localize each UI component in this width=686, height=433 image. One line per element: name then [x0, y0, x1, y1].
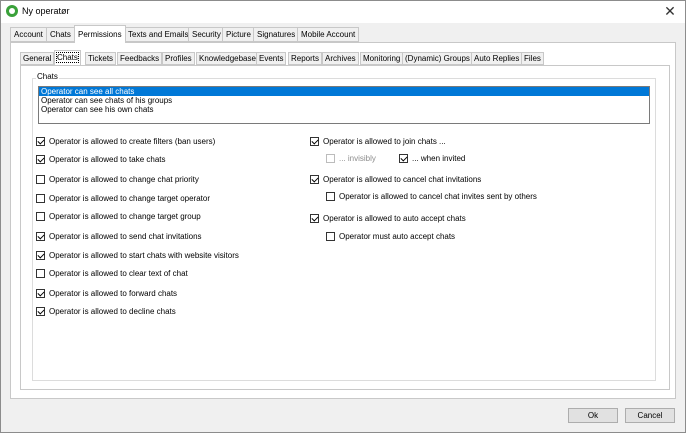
must-auto-accept-checkbox[interactable]: Operator must auto accept chats	[326, 231, 455, 242]
subtab-dynamic-groups[interactable]: (Dynamic) Groups	[402, 52, 473, 65]
cancel-invitations-checkbox[interactable]: Operator is allowed to cancel chat invit…	[310, 174, 481, 185]
list-item[interactable]: Operator can see chats of his groups	[39, 96, 649, 105]
tab-signatures[interactable]: Signatures	[253, 27, 300, 42]
list-item[interactable]: Operator can see his own chats	[39, 105, 649, 114]
chats-group-label: Chats	[36, 72, 59, 81]
tab-permissions[interactable]: Permissions	[74, 25, 126, 43]
send-invitations-checkbox[interactable]: Operator is allowed to send chat invitat…	[36, 231, 202, 242]
subtab-events[interactable]: Events	[256, 52, 287, 65]
checkbox-box	[310, 137, 319, 146]
join-invisibly-checkbox[interactable]: ... invisibly	[326, 153, 376, 164]
checkbox-box	[36, 155, 45, 164]
checkbox-box	[326, 232, 335, 241]
subtab-chats-label: Chats	[56, 52, 79, 63]
checkbox-box	[326, 154, 335, 163]
subtab-auto-replies[interactable]: Auto Replies	[471, 52, 523, 65]
tab-chats[interactable]: Chats	[46, 27, 75, 42]
subtab-tickets[interactable]: Tickets	[85, 52, 117, 65]
checkbox-box	[36, 307, 45, 316]
checkbox-box	[310, 175, 319, 184]
auto-accept-checkbox[interactable]: Operator is allowed to auto accept chats	[310, 213, 466, 224]
join-chats-checkbox[interactable]: Operator is allowed to join chats ...	[310, 136, 446, 147]
subtab-general[interactable]: General	[20, 52, 55, 65]
start-chats-checkbox[interactable]: Operator is allowed to start chats with …	[36, 250, 239, 261]
change-target-operator-checkbox[interactable]: Operator is allowed to change target ope…	[36, 193, 210, 204]
subtab-monitoring[interactable]: Monitoring	[360, 52, 404, 65]
checkbox-box	[36, 269, 45, 278]
subtab-reports[interactable]: Reports	[288, 52, 323, 65]
subtab-files[interactable]: Files	[521, 52, 544, 65]
cancel-button[interactable]: Cancel	[625, 408, 675, 423]
clear-text-checkbox[interactable]: Operator is allowed to clear text of cha…	[36, 268, 188, 279]
take-chats-checkbox[interactable]: Operator is allowed to take chats	[36, 154, 166, 165]
tab-account[interactable]: Account	[10, 27, 47, 42]
subtab-archives[interactable]: Archives	[322, 52, 359, 65]
change-target-group-checkbox[interactable]: Operator is allowed to change target gro…	[36, 211, 201, 222]
checkbox-box	[399, 154, 408, 163]
checkbox-box	[36, 232, 45, 241]
tab-security[interactable]: Security	[188, 27, 225, 42]
checkbox-box	[36, 212, 45, 221]
cancel-invites-by-others-checkbox[interactable]: Operator is allowed to cancel chat invit…	[326, 191, 537, 202]
subtab-profiles[interactable]: Profiles	[162, 52, 195, 65]
title-bar: Ny operatør ✕	[1, 1, 685, 23]
window-title: Ny operatør	[22, 6, 70, 16]
app-icon	[6, 5, 18, 17]
ok-button[interactable]: Ok	[568, 408, 618, 423]
join-when-invited-checkbox[interactable]: ... when invited	[399, 153, 465, 164]
tab-texts-and-emails[interactable]: Texts and Emails	[124, 27, 193, 42]
subtab-knowledgebase[interactable]: Knowledgebase	[196, 52, 259, 65]
checkbox-box	[36, 289, 45, 298]
list-item[interactable]: Operator can see all chats	[39, 87, 649, 96]
change-priority-checkbox[interactable]: Operator is allowed to change chat prior…	[36, 174, 199, 185]
forward-chats-checkbox[interactable]: Operator is allowed to forward chats	[36, 288, 177, 299]
tab-mobile-account[interactable]: Mobile Account	[297, 27, 360, 42]
chat-visibility-listbox[interactable]: Operator can see all chats Operator can …	[38, 86, 650, 124]
checkbox-box	[326, 192, 335, 201]
checkbox-box	[36, 175, 45, 184]
close-icon[interactable]: ✕	[655, 1, 685, 23]
checkbox-box	[310, 214, 319, 223]
subtab-chats[interactable]: Chats	[54, 50, 81, 66]
tab-picture[interactable]: Picture	[222, 27, 255, 42]
checkbox-box	[36, 194, 45, 203]
decline-chats-checkbox[interactable]: Operator is allowed to decline chats	[36, 306, 176, 317]
subtab-feedbacks[interactable]: Feedbacks	[117, 52, 163, 65]
checkbox-box	[36, 251, 45, 260]
checkbox-box	[36, 137, 45, 146]
create-filters-checkbox[interactable]: Operator is allowed to create filters (b…	[36, 136, 215, 147]
